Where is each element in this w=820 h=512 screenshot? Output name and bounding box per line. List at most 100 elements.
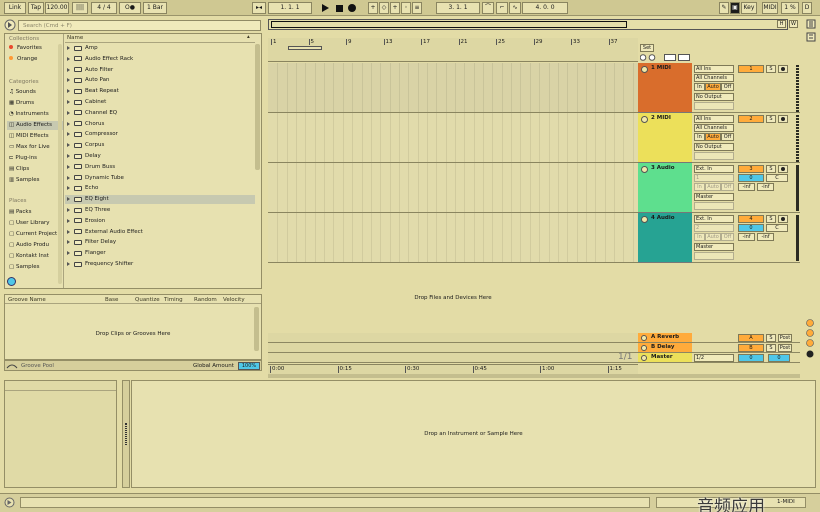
- expand-triangle-icon[interactable]: [67, 132, 70, 137]
- return-name[interactable]: Master: [651, 354, 673, 360]
- draw-mode-icon[interactable]: ∿: [509, 2, 521, 14]
- browser-item[interactable]: EQ Three: [65, 206, 255, 215]
- groove-random-col[interactable]: Random: [194, 297, 217, 303]
- track-lane[interactable]: [268, 113, 638, 163]
- arm-button[interactable]: [778, 165, 788, 173]
- sidebar-item-favorites[interactable]: Favorites: [9, 44, 42, 53]
- track-lane[interactable]: [268, 213, 638, 263]
- sidebar-item-packs[interactable]: ▤ Packs: [9, 208, 31, 217]
- expand-triangle-icon[interactable]: [67, 56, 70, 61]
- browser-item[interactable]: Filter Delay: [65, 238, 255, 247]
- browser-item[interactable]: External Audio Effect: [65, 228, 255, 237]
- browser-item[interactable]: Drum Buss: [65, 163, 255, 172]
- arm-button[interactable]: [778, 215, 788, 223]
- output-channel-select[interactable]: [694, 152, 734, 160]
- expand-triangle-icon[interactable]: [67, 240, 70, 245]
- cue-output-select[interactable]: 1/2: [694, 354, 734, 362]
- device-drop-zone[interactable]: Drop an Instrument or Sample Here: [131, 380, 816, 488]
- session-record-icon[interactable]: ≡: [412, 2, 422, 14]
- arrangement-drop-zone[interactable]: Drop Files and Devices Here: [268, 263, 638, 333]
- return-lane[interactable]: [268, 353, 638, 363]
- browser-item[interactable]: Channel EQ: [65, 109, 255, 118]
- info-view-icon[interactable]: [4, 497, 15, 508]
- browser-list-header[interactable]: Name ▴: [65, 34, 255, 43]
- send-b-field[interactable]: -inf: [757, 233, 774, 241]
- track-name[interactable]: 4 Audio: [651, 215, 675, 221]
- mixer-toggle-icon[interactable]: [806, 19, 816, 29]
- sidebar-item-current-project[interactable]: ▢ Current Project: [9, 230, 57, 239]
- return-activator-button[interactable]: A: [738, 334, 764, 342]
- input-type-select[interactable]: All Ins: [694, 115, 734, 123]
- sidebar-item-clips[interactable]: ▤ Clips: [9, 165, 29, 174]
- return-header[interactable]: A Reverb: [638, 333, 692, 343]
- arm-button[interactable]: [778, 115, 788, 123]
- groove-pool-icon[interactable]: [6, 361, 18, 371]
- browser-item[interactable]: Chorus: [65, 120, 255, 129]
- expand-triangle-icon[interactable]: [67, 67, 70, 72]
- return-header[interactable]: Master: [638, 353, 692, 363]
- automation-arm-icon[interactable]: ◇: [379, 2, 389, 14]
- loop-switch-icon[interactable]: ⌒: [482, 2, 494, 14]
- expand-triangle-icon[interactable]: [67, 143, 70, 148]
- sidebar-item-midi-effects[interactable]: ◫ MIDI Effects: [9, 132, 49, 141]
- sidebar-item-samples[interactable]: ▥ Samples: [9, 176, 39, 185]
- io-toggle-icon[interactable]: [806, 32, 816, 42]
- expand-triangle-icon[interactable]: [67, 186, 70, 191]
- browser-item[interactable]: Beat Repeat: [65, 87, 255, 96]
- monitor-off-button[interactable]: Off: [721, 183, 734, 191]
- groove-timing-col[interactable]: Timing: [164, 297, 183, 303]
- expand-triangle-icon[interactable]: [67, 218, 70, 223]
- overdub-icon[interactable]: +: [368, 2, 378, 14]
- monitor-in-button[interactable]: In: [694, 133, 705, 141]
- monitor-off-button[interactable]: Off: [721, 233, 734, 241]
- loop-start-field[interactable]: 3. 1. 1: [436, 2, 480, 14]
- volume-field[interactable]: 0: [738, 224, 764, 232]
- expand-triangle-icon[interactable]: [67, 46, 70, 50]
- sort-up-icon[interactable]: ▴: [247, 34, 250, 40]
- sidebar-item-kontakt[interactable]: ▢ Kontakt Inst: [9, 252, 49, 261]
- track-activator-button[interactable]: 1: [738, 65, 764, 73]
- quantize-menu[interactable]: 1 Bar: [143, 2, 167, 14]
- midi-map-button[interactable]: MIDI: [762, 2, 778, 14]
- output-channel-select[interactable]: [694, 202, 734, 210]
- sidebar-item-orange[interactable]: Orange: [9, 55, 37, 64]
- send-a-field[interactable]: -inf: [738, 183, 755, 191]
- sidebar-item-samples-place[interactable]: ▢ Samples: [9, 263, 39, 272]
- browser-item[interactable]: Audio Effect Rack: [65, 55, 255, 64]
- return-lane[interactable]: [268, 333, 638, 343]
- expand-triangle-icon[interactable]: [67, 121, 70, 126]
- monitor-off-button[interactable]: Off: [721, 133, 734, 141]
- expand-triangle-icon[interactable]: [67, 89, 70, 94]
- preview-icon[interactable]: [7, 277, 16, 286]
- global-amount-field[interactable]: 100%: [238, 362, 260, 370]
- output-select[interactable]: Master: [694, 193, 734, 201]
- expand-triangle-icon[interactable]: [67, 110, 70, 115]
- browser-item[interactable]: Compressor: [65, 130, 255, 139]
- pencil-icon[interactable]: ✎: [719, 2, 729, 14]
- solo-button[interactable]: S: [766, 165, 776, 173]
- groove-scrollbar[interactable]: [254, 307, 259, 351]
- input-type-select[interactable]: Ext. In: [694, 215, 734, 223]
- input-channel-select[interactable]: All Channels: [694, 74, 734, 82]
- sidebar-item-audio-effects[interactable]: ◫ Audio Effects: [7, 121, 63, 130]
- expand-triangle-icon[interactable]: [67, 164, 70, 169]
- punch-in-icon[interactable]: ⌐: [496, 2, 508, 14]
- monitor-in-button[interactable]: In: [694, 233, 705, 241]
- tempo-field[interactable]: 120.00: [45, 2, 69, 14]
- stop-icon[interactable]: [334, 3, 344, 13]
- set-locator-button[interactable]: Set: [640, 44, 654, 52]
- browser-item[interactable]: EQ Eight: [65, 195, 255, 205]
- name-column-header[interactable]: Name: [67, 35, 83, 41]
- browser-item[interactable]: Dynamic Tube: [65, 174, 255, 183]
- metronome-icon[interactable]: O●: [119, 2, 141, 14]
- track-header[interactable]: 3 Audio: [638, 163, 692, 213]
- scissors-icon[interactable]: [678, 54, 690, 61]
- time-signature-field[interactable]: 4 / 4: [91, 2, 117, 14]
- return-name[interactable]: A Reverb: [651, 334, 679, 340]
- groove-velocity-col[interactable]: Velocity: [223, 297, 245, 303]
- pan-field[interactable]: C: [766, 174, 788, 182]
- expand-triangle-icon[interactable]: [67, 262, 70, 266]
- time-ruler[interactable]: 0:00 0:15 0:30 0:45 1:00 1:15: [268, 364, 638, 374]
- output-channel-select[interactable]: [694, 252, 734, 260]
- fold-icon[interactable]: [641, 166, 648, 173]
